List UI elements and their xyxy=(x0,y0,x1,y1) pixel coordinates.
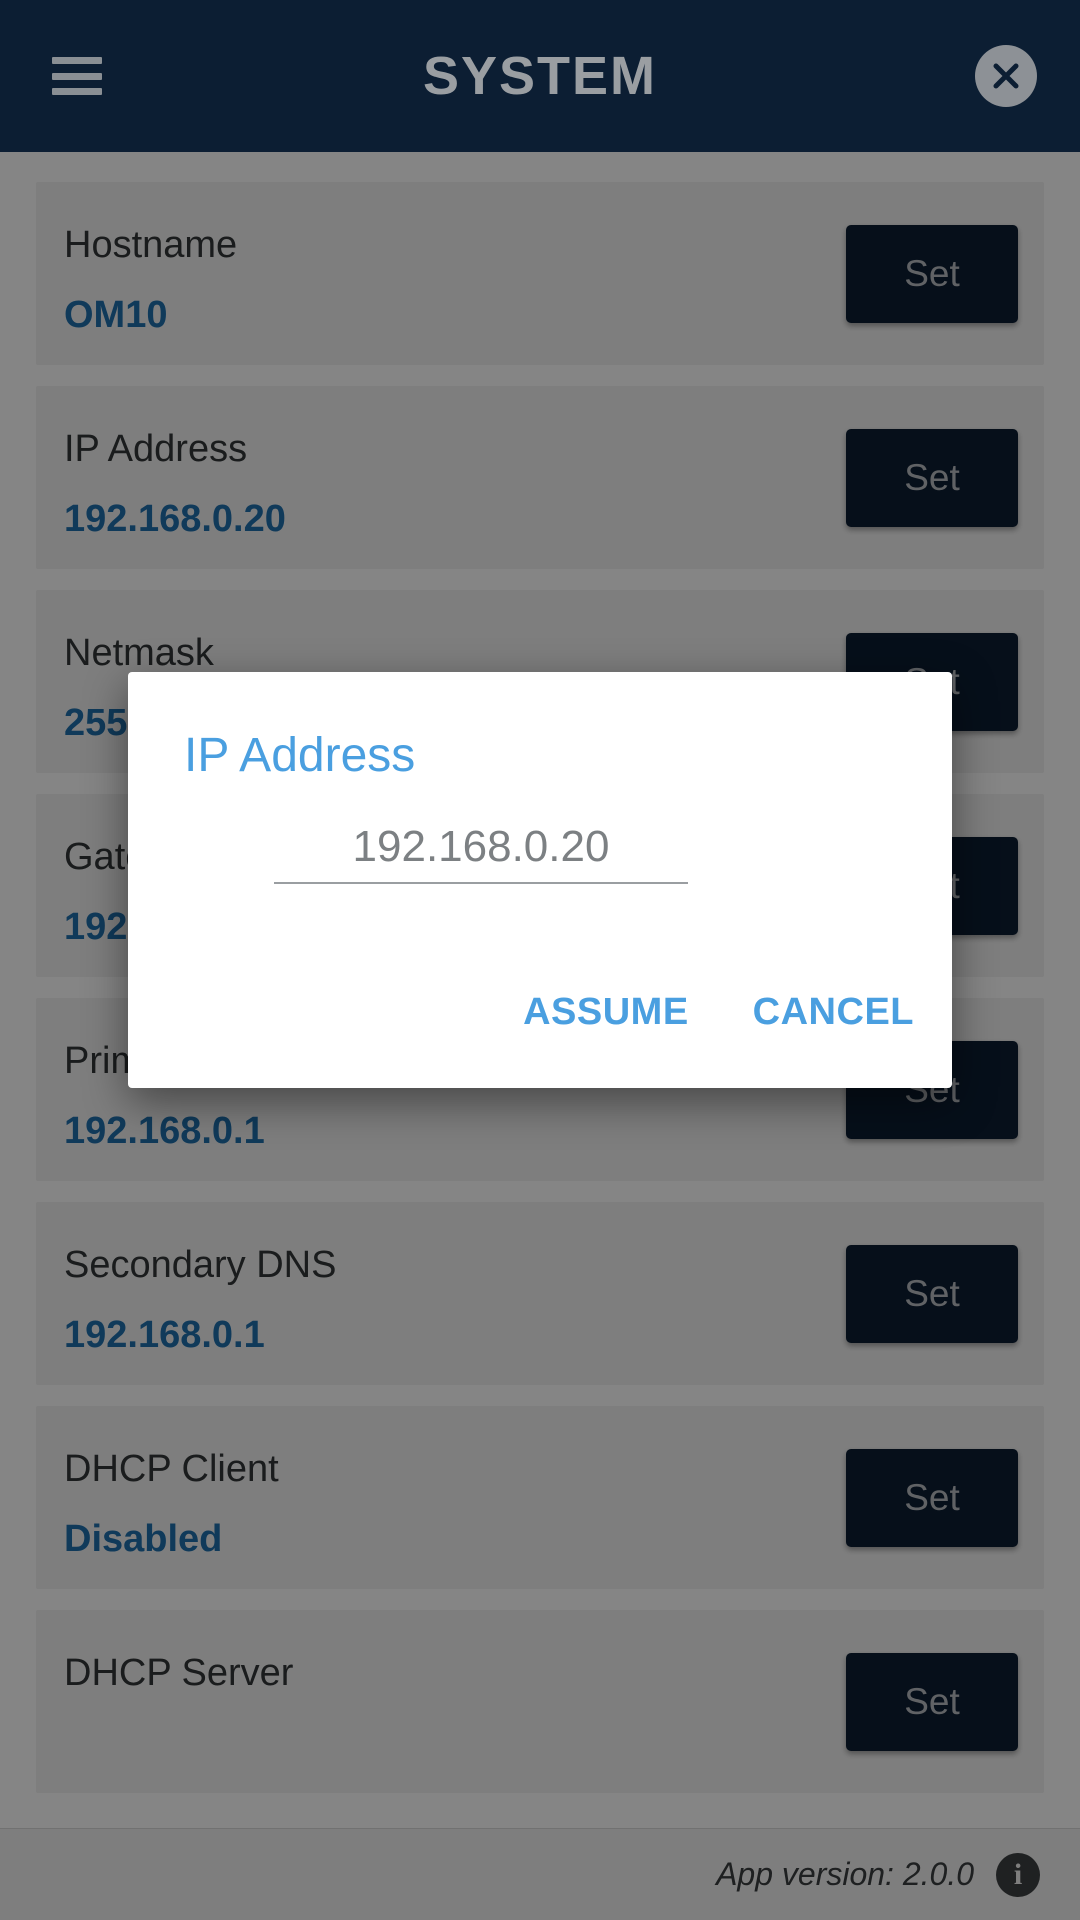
close-button[interactable] xyxy=(975,45,1037,107)
dialog-actions: ASSUME CANCEL xyxy=(519,985,918,1040)
dialog-input-wrap xyxy=(274,822,688,884)
close-x-icon xyxy=(993,63,1019,89)
ip-address-dialog: IP Address ASSUME CANCEL xyxy=(128,672,952,1088)
assume-button[interactable]: ASSUME xyxy=(519,985,693,1040)
dialog-title: IP Address xyxy=(184,729,416,782)
page-title: SYSTEM xyxy=(422,46,658,106)
app-header: SYSTEM xyxy=(0,0,1080,152)
input-underline xyxy=(274,882,688,884)
cancel-button[interactable]: CANCEL xyxy=(749,985,918,1040)
app-root: SYSTEM Hostname OM10 Set IP Address 192.168.… xyxy=(0,0,1080,1920)
ip-address-input[interactable] xyxy=(274,822,688,882)
